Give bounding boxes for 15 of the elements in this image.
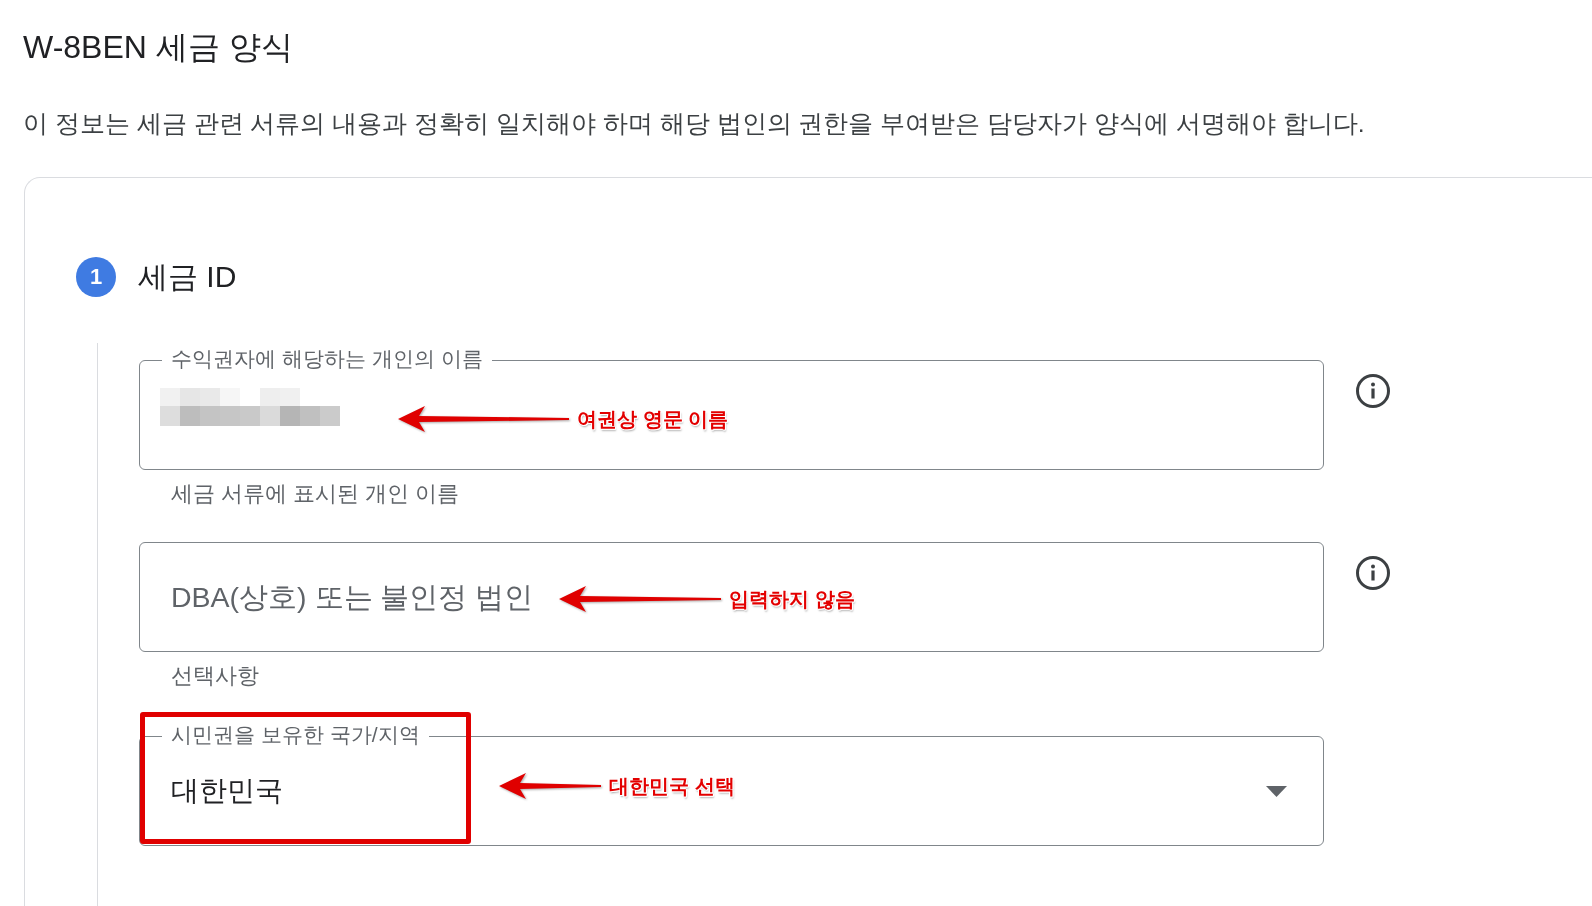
helper-text: 세금 서류에 표시된 개인 이름 [171, 482, 459, 506]
section-title: 세금 ID [138, 259, 237, 295]
step-number: 1 [76, 257, 116, 297]
info-icon[interactable] [1356, 556, 1390, 590]
select-value: 대한민국 [171, 774, 283, 808]
field-label: 시민권을 보유한 국가/지역 [162, 723, 429, 747]
dropdown-caret-icon [1266, 785, 1287, 797]
field-label: 수익권자에 해당하는 개인의 이름 [162, 347, 492, 371]
page-title: W-8BEN 세금 양식 [23, 28, 293, 67]
page-description: 이 정보는 세금 관련 서류의 내용과 정확히 일치해야 하며 해당 법인의 권한을 부여받은 담당자가 양식에 서명해야 합니다. [23, 109, 1365, 139]
info-icon[interactable] [1356, 374, 1390, 408]
annotation-label: 여권상 영문 이름 [577, 407, 729, 432]
annotation-label: 대한민국 선택 [609, 774, 735, 799]
annotation-label: 입력하지 않음 [729, 587, 855, 612]
helper-text: 선택사항 [171, 664, 259, 688]
